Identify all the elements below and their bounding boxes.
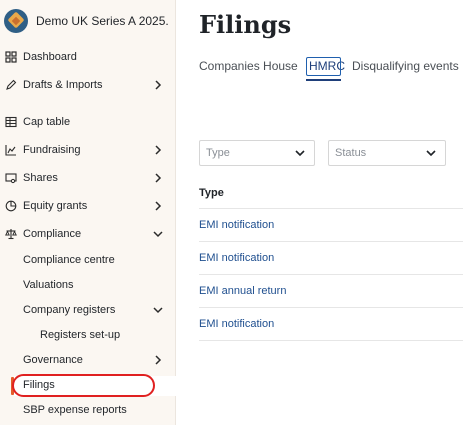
table-row-link[interactable]: EMI notification [199,318,274,330]
chevron-down-icon [425,146,437,158]
grid-icon [5,51,17,63]
sidebar-subitem-label: SBP expense reports [23,404,127,416]
company-name: Demo UK Series A 2025. [36,14,169,28]
sidebar-item-shares[interactable]: Shares [0,164,176,192]
status-filter-select[interactable]: Status [328,140,446,166]
sidebar-item-fundraising[interactable]: Fundraising [0,136,176,164]
status-filter-placeholder: Status [335,147,367,159]
sidebar-subitem-compliance-centre[interactable]: Compliance centre [0,246,176,274]
chevron-right-icon [152,144,164,156]
sidebar-subitem-label: Company registers [23,304,116,316]
tab-companies-house[interactable]: Companies House [199,59,298,73]
sidebar-subitem-governance[interactable]: Governance [0,346,176,374]
scales-icon [5,228,17,240]
sidebar-item-label: Equity grants [23,200,88,212]
sidebar-item-label: Dashboard [23,51,77,63]
certificate-icon [5,172,17,184]
sidebar-subitem-registers-set-up[interactable]: Registers set-up [0,321,176,349]
table-icon [5,116,17,128]
table-divider [199,208,463,209]
column-header-type: Type [199,187,224,199]
sidebar-item-label: Fundraising [23,144,81,156]
sidebar-subitem-sbp-expense-reports[interactable]: SBP expense reports [0,396,176,424]
sidebar-item-equity-grants[interactable]: Equity grants [0,192,176,220]
annotation-highlight-circle [12,374,155,397]
table-row-link[interactable]: EMI notification [199,219,274,231]
page-title: Filings [199,10,292,39]
tab-active-underline [306,79,341,81]
chevron-down-icon [294,146,306,158]
sidebar-subitem-label: Valuations [23,279,74,291]
chevron-right-icon [152,79,164,91]
chevron-right-icon [152,354,164,366]
table-row-link[interactable]: EMI annual return [199,285,286,297]
type-filter-select[interactable]: Type [199,140,315,166]
sidebar-item-cap-table[interactable]: Cap table [0,108,176,136]
sidebar-item-label: Drafts & Imports [23,79,103,91]
company-switcher[interactable]: Demo UK Series A 2025. [4,6,174,36]
sidebar: Demo UK Series A 2025. Dashboard Drafts … [0,0,176,425]
company-logo [4,9,28,33]
sidebar-item-compliance[interactable]: Compliance [0,220,176,248]
chevron-down-icon [152,228,164,240]
chevron-down-icon [152,304,164,316]
sidebar-subitem-label: Compliance centre [23,254,115,266]
sidebar-item-drafts-imports[interactable]: Drafts & Imports [0,71,176,99]
table-row-link[interactable]: EMI notification [199,252,274,264]
tab-disqualifying-events[interactable]: Disqualifying events [352,59,459,73]
sidebar-subitem-valuations[interactable]: Valuations [0,271,176,299]
table-divider [199,340,463,341]
table-divider [199,241,463,242]
chevron-right-icon [152,200,164,212]
sidebar-item-dashboard[interactable]: Dashboard [0,43,176,71]
sidebar-subitem-label: Registers set-up [40,329,121,341]
pie-icon [5,200,17,212]
sidebar-item-label: Cap table [23,116,71,128]
pencil-icon [5,79,17,91]
sidebar-subitem-label: Governance [23,354,83,366]
table-divider [199,274,463,275]
tab-focus-ring [306,57,341,76]
sidebar-subitem-company-registers[interactable]: Company registers [0,296,176,324]
sidebar-item-label: Compliance [23,228,82,240]
type-filter-placeholder: Type [206,147,230,159]
chevron-right-icon [152,172,164,184]
chart-icon [5,144,17,156]
sidebar-item-label: Shares [23,172,58,184]
table-divider [199,307,463,308]
